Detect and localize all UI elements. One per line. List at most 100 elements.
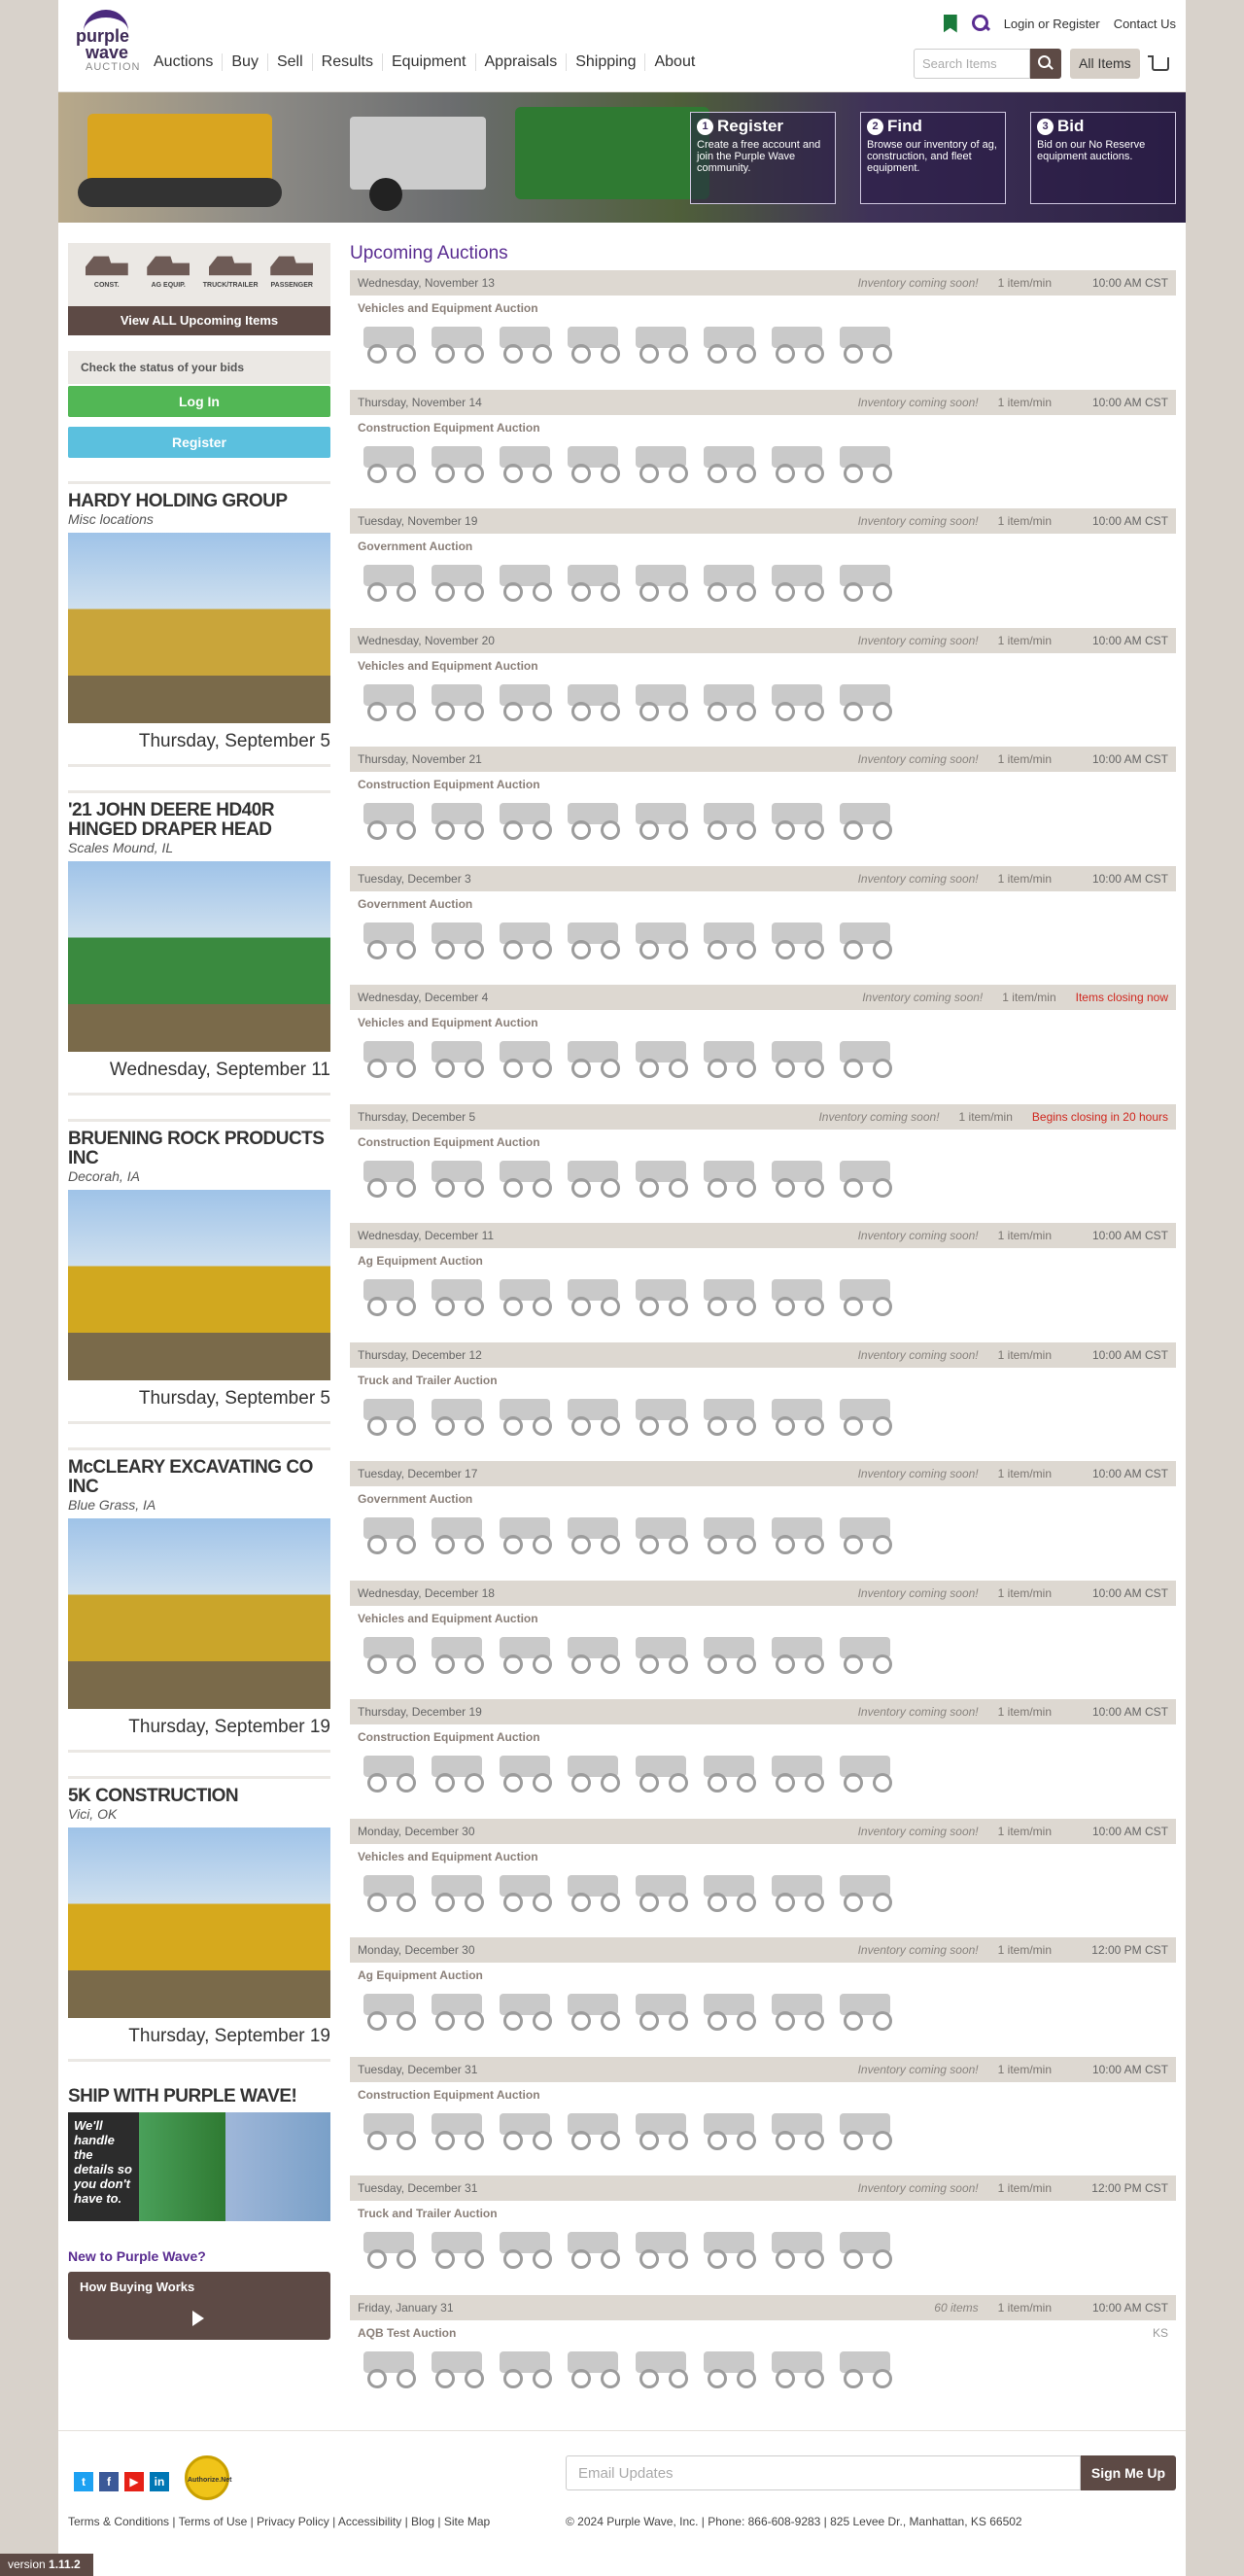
featured-auction[interactable]: '21 JOHN DEERE HD40R HINGED DRAPER HEAD S… bbox=[68, 790, 330, 1096]
equipment-thumbnails[interactable] bbox=[350, 1627, 1176, 1674]
auction-row[interactable]: Thursday, December 12 Inventory coming so… bbox=[350, 1341, 1176, 1462]
equipment-thumbnails[interactable] bbox=[350, 2104, 1176, 2150]
equipment-thumbnails[interactable] bbox=[350, 1865, 1176, 1912]
auction-row[interactable]: Wednesday, November 13 Inventory coming s… bbox=[350, 270, 1176, 390]
equipment-thumbnails[interactable] bbox=[350, 1270, 1176, 1316]
nav-equipment[interactable]: Equipment bbox=[383, 53, 476, 71]
category-passenger[interactable]: PASSENGER bbox=[264, 251, 319, 289]
banner-bid-box[interactable]: 3 Bid Bid on our No Reserve equipment auc… bbox=[1030, 112, 1176, 204]
auction-row[interactable]: Wednesday, December 11 Inventory coming s… bbox=[350, 1223, 1176, 1342]
featured-photo[interactable] bbox=[68, 861, 330, 1052]
email-updates-input[interactable]: Email Updates bbox=[566, 2455, 1081, 2490]
register-button[interactable]: Register bbox=[68, 427, 330, 458]
featured-auction[interactable]: BRUENING ROCK PRODUCTS INC Decorah, IA Thu… bbox=[68, 1119, 330, 1424]
equipment-thumbnails[interactable] bbox=[350, 555, 1176, 602]
auction-row[interactable]: Wednesday, November 20 Inventory coming s… bbox=[350, 627, 1176, 748]
nav-auctions[interactable]: Auctions bbox=[152, 53, 224, 71]
linkedin-icon[interactable]: in bbox=[150, 2472, 169, 2491]
bookmark-icon[interactable] bbox=[943, 14, 957, 33]
featured-auction[interactable]: HARDY HOLDING GROUP Misc locations Thursda… bbox=[68, 481, 330, 767]
auction-name[interactable]: Vehicles and Equipment Auction bbox=[358, 659, 1168, 673]
banner-register-box[interactable]: 1 Register Create a free account and join… bbox=[690, 112, 836, 204]
all-items-dropdown[interactable]: All Items bbox=[1070, 49, 1140, 79]
nav-buy[interactable]: Buy bbox=[223, 53, 268, 71]
equipment-thumbnails[interactable] bbox=[350, 675, 1176, 721]
featured-photo[interactable] bbox=[68, 1518, 330, 1709]
equipment-thumbnails[interactable] bbox=[350, 1389, 1176, 1436]
equipment-thumbnails[interactable] bbox=[350, 317, 1176, 364]
auction-row[interactable]: Tuesday, December 31 Inventory coming soo… bbox=[350, 2176, 1176, 2295]
authorize-net-seal[interactable]: Authorize.Net bbox=[185, 2455, 232, 2500]
nav-appraisals[interactable]: Appraisals bbox=[476, 53, 568, 71]
auction-row[interactable]: Wednesday, December 18 Inventory coming s… bbox=[350, 1580, 1176, 1700]
youtube-icon[interactable]: ▶ bbox=[124, 2472, 144, 2491]
auction-name[interactable]: Construction Equipment Auction bbox=[358, 778, 1168, 791]
equipment-thumbnails[interactable] bbox=[350, 2222, 1176, 2269]
auction-name[interactable]: Construction Equipment Auction bbox=[358, 1730, 1168, 1744]
equipment-thumbnails[interactable] bbox=[350, 1151, 1176, 1198]
featured-auction[interactable]: 5K CONSTRUCTION Vici, OK Thursday, Septemb… bbox=[68, 1776, 330, 2062]
zoom-icon[interactable] bbox=[971, 14, 990, 33]
facebook-icon[interactable]: f bbox=[99, 2472, 119, 2491]
nav-shipping[interactable]: Shipping bbox=[567, 53, 646, 71]
cart-icon[interactable] bbox=[1147, 54, 1169, 71]
nav-about[interactable]: About bbox=[645, 53, 704, 71]
sign-me-up-button[interactable]: Sign Me Up bbox=[1081, 2455, 1176, 2490]
banner-find-box[interactable]: 2 Find Browse our inventory of ag, constr… bbox=[860, 112, 1006, 204]
auction-row[interactable]: Thursday, December 5 Inventory coming soo… bbox=[350, 1103, 1176, 1224]
equipment-thumbnails[interactable] bbox=[350, 1746, 1176, 1793]
footer-links[interactable]: Terms & Conditions | Terms of Use | Priv… bbox=[68, 2515, 490, 2528]
auction-row[interactable]: Monday, December 30 Inventory coming soon… bbox=[350, 1937, 1176, 2057]
equipment-thumbnails[interactable] bbox=[350, 1984, 1176, 2031]
equipment-thumbnails[interactable] bbox=[350, 2342, 1176, 2388]
equipment-thumbnails[interactable] bbox=[350, 793, 1176, 840]
how-buying-works-video[interactable]: How Buying Works bbox=[68, 2272, 330, 2340]
nav-results[interactable]: Results bbox=[313, 53, 383, 71]
featured-photo[interactable] bbox=[68, 533, 330, 723]
auction-row[interactable]: Tuesday, December 3 Inventory coming soon… bbox=[350, 865, 1176, 986]
view-all-upcoming-button[interactable]: View ALL Upcoming Items bbox=[68, 306, 330, 335]
auction-row[interactable]: Thursday, December 19 Inventory coming so… bbox=[350, 1699, 1176, 1819]
category-ag-equipment[interactable]: AG EQUIP. bbox=[141, 251, 195, 289]
ship-promo[interactable]: SHIP WITH PURPLE WAVE! We'll handle the … bbox=[68, 2087, 330, 2221]
auction-row[interactable]: Tuesday, November 19 Inventory coming soo… bbox=[350, 508, 1176, 628]
equipment-thumbnails[interactable] bbox=[350, 1508, 1176, 1554]
auction-name[interactable]: Vehicles and Equipment Auction bbox=[358, 1016, 1168, 1029]
equipment-thumbnails[interactable] bbox=[350, 1031, 1176, 1078]
auction-name[interactable]: Ag Equipment Auction bbox=[358, 1968, 1168, 1982]
featured-photo[interactable] bbox=[68, 1828, 330, 2018]
auction-name[interactable]: Vehicles and Equipment Auction bbox=[358, 1850, 1168, 1863]
auction-name[interactable]: Construction Equipment Auction bbox=[358, 2088, 1168, 2102]
category-truck-trailer[interactable]: TRUCK/TRAILER bbox=[203, 251, 259, 289]
login-button[interactable]: Log In bbox=[68, 386, 330, 417]
search-icon[interactable] bbox=[1030, 49, 1061, 79]
play-icon[interactable] bbox=[192, 2311, 204, 2326]
nav-sell[interactable]: Sell bbox=[268, 53, 313, 71]
auction-row[interactable]: Friday, January 31 60 items 1 item/min 10:0… bbox=[350, 2294, 1176, 2415]
auction-row[interactable]: Thursday, November 21 Inventory coming so… bbox=[350, 747, 1176, 866]
twitter-icon[interactable]: t bbox=[74, 2472, 93, 2491]
auction-name[interactable]: Government Auction bbox=[358, 897, 1168, 911]
auction-name[interactable]: Vehicles and Equipment Auction bbox=[358, 301, 1168, 315]
auction-row[interactable]: Wednesday, December 4 Inventory coming so… bbox=[350, 985, 1176, 1104]
auction-name[interactable]: Vehicles and Equipment Auction bbox=[358, 1612, 1168, 1625]
auction-name[interactable]: AQB Test Auction bbox=[358, 2326, 1153, 2340]
auction-row[interactable]: Tuesday, December 31 Inventory coming soo… bbox=[350, 2056, 1176, 2176]
auction-name[interactable]: Government Auction bbox=[358, 540, 1168, 553]
category-construction[interactable]: CONST. bbox=[80, 251, 134, 289]
login-register-link[interactable]: Login or Register bbox=[1004, 17, 1100, 31]
auction-name[interactable]: Construction Equipment Auction bbox=[358, 1135, 1168, 1149]
purple-wave-logo[interactable]: purple wave AUCTION bbox=[72, 8, 140, 73]
featured-photo[interactable] bbox=[68, 1190, 330, 1380]
auction-name[interactable]: Truck and Trailer Auction bbox=[358, 1374, 1168, 1387]
auction-name[interactable]: Government Auction bbox=[358, 1492, 1168, 1506]
contact-us-link[interactable]: Contact Us bbox=[1114, 17, 1176, 31]
auction-name[interactable]: Truck and Trailer Auction bbox=[358, 2207, 1168, 2220]
auction-name[interactable]: Ag Equipment Auction bbox=[358, 1254, 1168, 1268]
featured-auction[interactable]: McCLEARY EXCAVATING CO INC Blue Grass, IA… bbox=[68, 1447, 330, 1753]
auction-row[interactable]: Thursday, November 14 Inventory coming so… bbox=[350, 389, 1176, 509]
auction-row[interactable]: Tuesday, December 17 Inventory coming soo… bbox=[350, 1461, 1176, 1581]
equipment-thumbnails[interactable] bbox=[350, 913, 1176, 959]
search-input[interactable]: Search Items bbox=[914, 49, 1030, 79]
auction-name[interactable]: Construction Equipment Auction bbox=[358, 421, 1168, 435]
